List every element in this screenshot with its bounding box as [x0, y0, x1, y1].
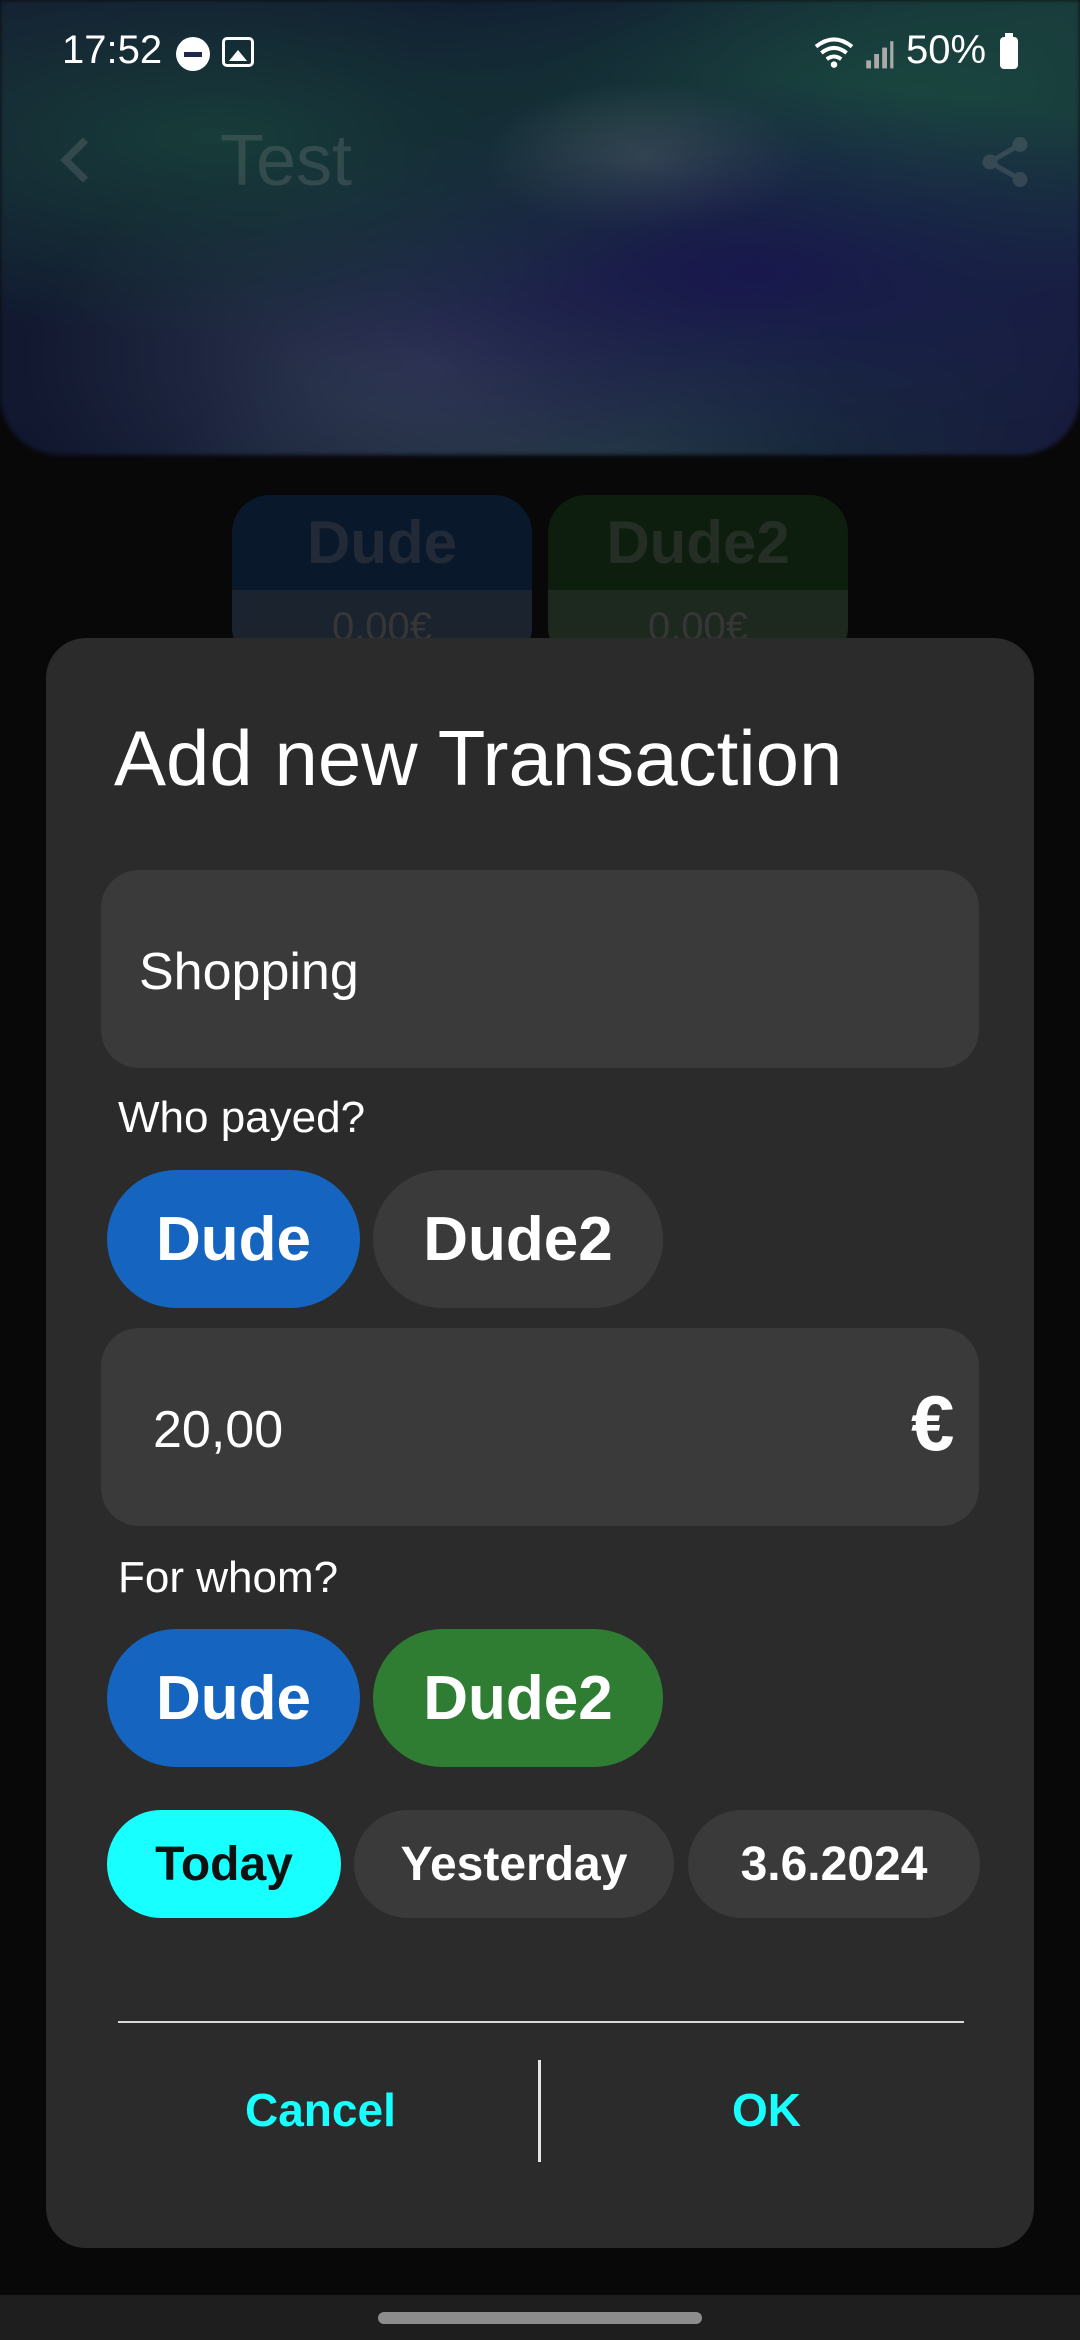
- description-input[interactable]: Shopping: [101, 870, 979, 1068]
- description-value: Shopping: [139, 943, 359, 1001]
- wifi-icon: [814, 37, 854, 68]
- who-payed-label: Who payed?: [118, 1093, 366, 1142]
- do-not-disturb-icon: [176, 37, 210, 71]
- recipient-chip-dude[interactable]: Dude: [107, 1629, 360, 1767]
- recipient-chip-dude2[interactable]: Dude2: [373, 1629, 663, 1767]
- actions-divider: [118, 2021, 964, 2023]
- payer-chip-dude2[interactable]: Dude2: [373, 1170, 663, 1308]
- status-bar: 17:52 50%: [0, 0, 1080, 100]
- cancel-button[interactable]: Cancel: [245, 2083, 396, 2137]
- euro-icon: €: [911, 1379, 955, 1467]
- date-chip-custom[interactable]: 3.6.2024: [688, 1810, 980, 1918]
- for-whom-label: For whom?: [118, 1553, 339, 1602]
- payer-chip-dude[interactable]: Dude: [107, 1170, 360, 1308]
- battery-icon: [1000, 33, 1018, 69]
- date-chip-yesterday[interactable]: Yesterday: [354, 1810, 674, 1918]
- amount-value: 20,00: [153, 1401, 284, 1459]
- home-indicator[interactable]: [378, 2312, 702, 2324]
- actions-separator: [538, 2060, 541, 2162]
- add-transaction-dialog: Add new Transaction Shopping Who payed? …: [46, 638, 1034, 2248]
- image-notification-icon: [222, 37, 254, 67]
- dialog-title: Add new Transaction: [114, 714, 843, 802]
- battery-percentage: 50%: [906, 28, 987, 72]
- date-chip-today[interactable]: Today: [107, 1810, 341, 1918]
- signal-icon: [866, 41, 894, 69]
- ok-button[interactable]: OK: [732, 2083, 801, 2137]
- amount-input[interactable]: 20,00 €: [101, 1328, 979, 1526]
- status-time: 17:52: [62, 28, 163, 72]
